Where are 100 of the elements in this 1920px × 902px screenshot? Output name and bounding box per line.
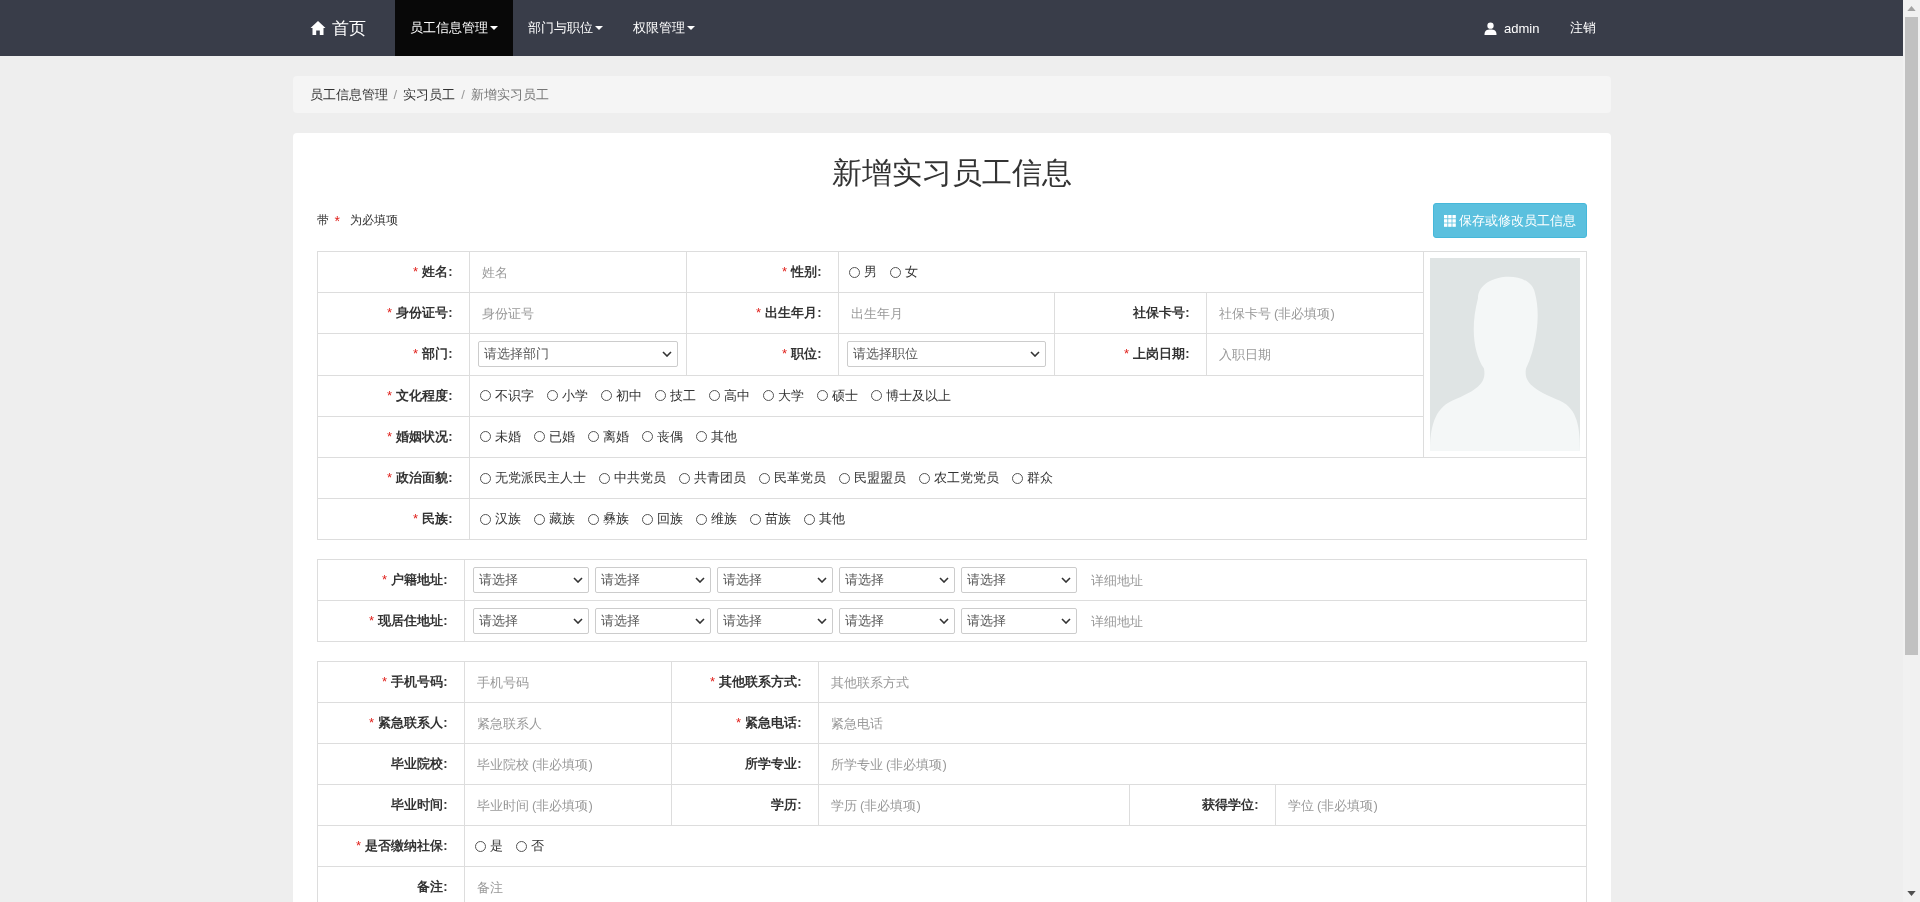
nav-menu[interactable]: 部门与职位 <box>512 0 618 56</box>
input-cell[interactable]: 毕业院校 (非必填项) <box>464 743 671 785</box>
text-field[interactable]: 学位 (非必填项) <box>1281 790 1580 820</box>
option-label: 初中 <box>615 386 642 405</box>
field-label: 获得学位: <box>1202 797 1259 812</box>
form-title: 新增实习员工信息 <box>830 155 1073 191</box>
required-mark: * <box>356 838 362 853</box>
option-label: 中共党员 <box>613 469 666 487</box>
field-label: 户籍地址: <box>391 572 448 587</box>
dropdown[interactable]: 请选择部门 <box>477 341 678 368</box>
note-text: 为必填项 <box>349 212 398 229</box>
chevron-icon <box>572 577 583 583</box>
option-label: 民革党员 <box>773 469 826 487</box>
input-cell[interactable]: 其他联系方式 <box>818 661 1586 703</box>
grid-icon <box>1443 214 1456 227</box>
dropdown[interactable]: 请选择 <box>472 567 589 593</box>
scrollbar-thumb[interactable] <box>1905 17 1918 655</box>
field-label: 出生年月: <box>765 305 822 321</box>
dropdown[interactable]: 请选择 <box>960 567 1077 593</box>
caret-icon <box>489 26 498 30</box>
breadcrumb-current: 新增实习员工 <box>470 85 549 104</box>
text-field[interactable]: 入职日期 <box>1212 339 1417 370</box>
user-link[interactable]: admin <box>1469 0 1555 56</box>
caret-icon <box>686 26 695 30</box>
breadcrumb-link[interactable]: 实习员工 <box>403 85 456 104</box>
breadcrumb-link[interactable]: 员工信息管理 <box>309 85 388 104</box>
home-link[interactable]: 首页 <box>292 0 381 56</box>
input-cell[interactable]: 紧急联系人 <box>464 702 671 744</box>
chevron-icon <box>694 618 705 624</box>
nav-menu[interactable]: 权限管理 <box>617 0 710 56</box>
field-label: 婚姻状况: <box>396 428 453 444</box>
text-field[interactable]: 所学专业 (非必填项) <box>824 749 1580 779</box>
dropdown[interactable]: 请选择 <box>838 608 955 634</box>
field-label: 现居住地址: <box>378 613 448 628</box>
option-label: 民盟盟员 <box>853 469 906 487</box>
option-label: 女 <box>904 263 918 282</box>
field-label: 姓名: <box>422 264 453 280</box>
input-cell[interactable]: 姓名 <box>469 251 686 293</box>
dropdown[interactable]: 请选择 <box>960 608 1077 634</box>
required-mark: * <box>387 428 393 444</box>
field-label: 毕业时间: <box>391 797 448 812</box>
option-label: 技工 <box>669 386 696 405</box>
input-cell[interactable]: 毕业时间 (非必填项) <box>464 784 671 826</box>
option-label: 汉族 <box>494 510 521 528</box>
chevron-icon <box>661 351 672 358</box>
text-field[interactable]: 详细地址 <box>1086 568 1578 592</box>
chevron-icon <box>816 618 827 624</box>
text-field[interactable]: 其他联系方式 <box>824 667 1580 697</box>
field-label: 政治面貌: <box>396 470 453 485</box>
text-field[interactable]: 学历 (非必填项) <box>824 790 1123 820</box>
option-label: 高中 <box>723 386 750 405</box>
option-label: 小学 <box>561 386 588 405</box>
text-field[interactable]: 毕业时间 (非必填项) <box>470 790 665 820</box>
input-cell[interactable]: 出生年月 <box>838 292 1054 334</box>
field-label: 民族: <box>422 511 453 526</box>
option-label: 博士及以上 <box>885 386 951 405</box>
field-label: 紧急联系人: <box>378 715 448 730</box>
option-label: 大学 <box>777 386 804 405</box>
text-field[interactable]: 出生年月 <box>844 298 1048 329</box>
dropdown[interactable]: 请选择 <box>838 567 955 593</box>
field-label: 社保卡号: <box>1133 305 1190 321</box>
logout-link[interactable]: 注销 <box>1554 0 1611 56</box>
nav-menu[interactable]: 员工信息管理 <box>394 0 513 56</box>
required-mark: * <box>387 387 393 403</box>
text-field[interactable]: 紧急电话 <box>824 708 1580 738</box>
chevron-icon <box>572 618 583 624</box>
text-field[interactable]: 紧急联系人 <box>470 708 665 738</box>
option-label: 其他 <box>710 427 737 446</box>
input-cell[interactable]: 学历 (非必填项) <box>818 784 1129 826</box>
dropdown[interactable]: 请选择 <box>472 608 589 634</box>
text-field[interactable]: 手机号码 <box>470 667 665 697</box>
input-cell[interactable]: 学位 (非必填项) <box>1275 784 1586 826</box>
text-field[interactable]: 毕业院校 (非必填项) <box>470 749 665 779</box>
input-cell[interactable]: 紧急电话 <box>818 702 1586 744</box>
option-label: 群众 <box>1026 469 1053 487</box>
text-field[interactable]: 备注 <box>470 872 1580 902</box>
text-field[interactable]: 详细地址 <box>1086 609 1578 633</box>
text-field[interactable]: 社保卡号 (非必填项) <box>1212 298 1417 329</box>
required-mark: * <box>382 572 388 587</box>
required-mark: * <box>756 305 762 321</box>
scroll-down-icon[interactable] <box>1907 891 1916 896</box>
field-label: 上岗日期: <box>1133 346 1190 362</box>
field-label: 所学专业: <box>745 756 802 771</box>
dropdown[interactable]: 请选择 <box>594 608 711 634</box>
input-cell[interactable]: 手机号码 <box>464 661 671 703</box>
field-label: 手机号码: <box>391 674 448 689</box>
dropdown[interactable]: 请选择 <box>594 567 711 593</box>
dropdown[interactable]: 请选择职位 <box>846 341 1046 368</box>
text-field[interactable]: 身份证号 <box>475 298 680 329</box>
required-mark: * <box>369 613 375 628</box>
breadcrumb-separator: / <box>392 87 399 102</box>
dropdown[interactable]: 请选择 <box>716 608 833 634</box>
text-field[interactable]: 姓名 <box>475 257 680 288</box>
input-cell[interactable]: 所学专业 (非必填项) <box>818 743 1586 785</box>
input-cell[interactable]: 身份证号 <box>469 292 686 334</box>
dropdown[interactable]: 请选择 <box>716 567 833 593</box>
required-mark: * <box>413 264 419 280</box>
required-mark: * <box>334 212 340 229</box>
field-label: 紧急电话: <box>745 715 802 730</box>
required-mark: * <box>736 715 742 730</box>
